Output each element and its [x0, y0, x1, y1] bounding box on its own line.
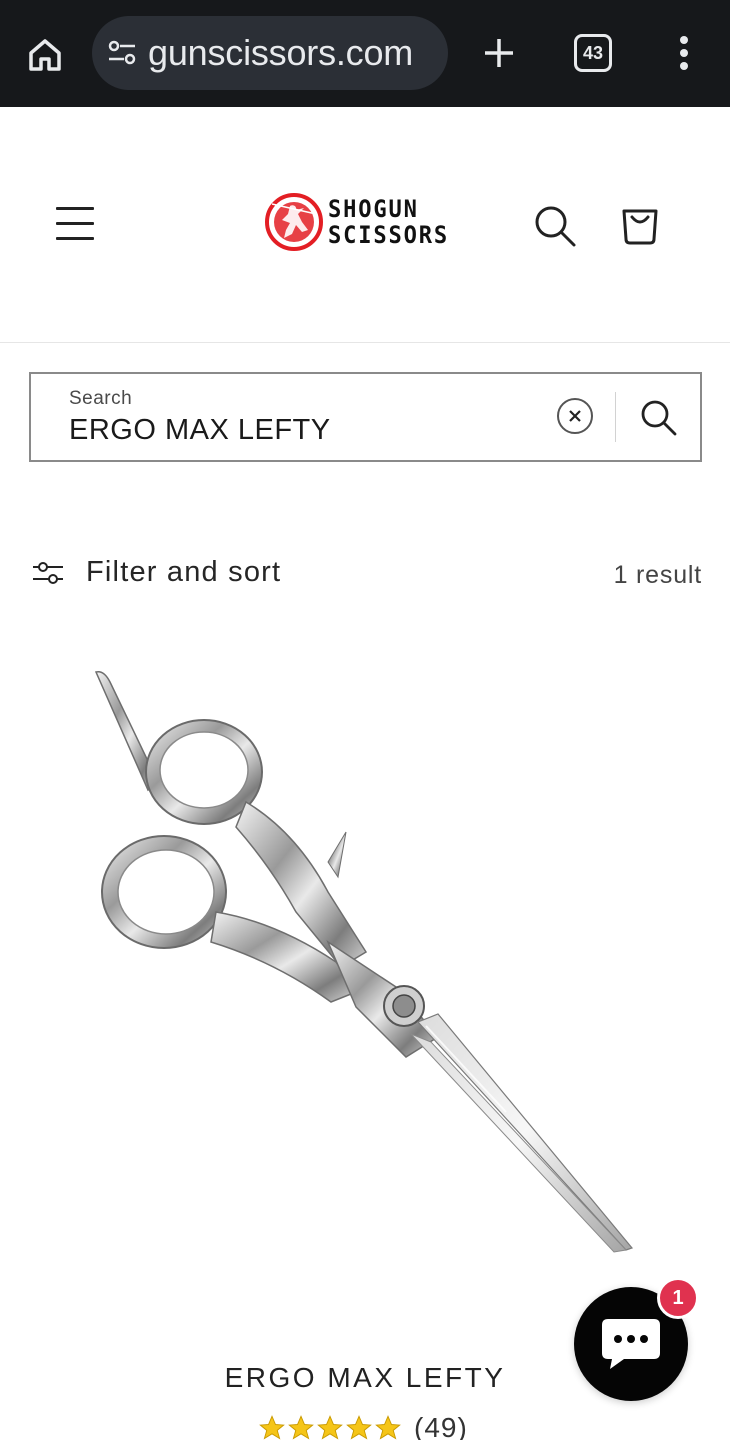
hamburger-icon-line — [56, 237, 94, 240]
chat-notification-badge: 1 — [657, 1277, 699, 1319]
home-icon — [29, 39, 61, 71]
filter-and-sort-label: Filter and sort — [86, 556, 282, 588]
url-text: gunscissors.com — [148, 32, 414, 73]
site-settings-button[interactable] — [92, 16, 152, 90]
product-image[interactable] — [66, 662, 686, 1272]
tab-switcher-button[interactable]: 43 — [574, 34, 612, 72]
cart-button[interactable] — [616, 201, 664, 249]
hamburger-icon — [56, 207, 94, 210]
ninja-logo-icon — [265, 193, 323, 251]
address-bar[interactable]: gunscissors.com — [92, 16, 448, 90]
logo-wordmark: SHOGUN SCISSORS — [328, 196, 449, 248]
logo[interactable]: SHOGUN SCISSORS — [264, 191, 460, 253]
logo-line-1: SHOGUN — [328, 195, 419, 223]
chat-bubble-icon — [602, 1319, 660, 1369]
filter-row: Filter and sort 1 result — [32, 556, 702, 596]
browser-menu-button[interactable] — [664, 28, 704, 78]
product-rating: (49) — [258, 1412, 468, 1440]
star-icon — [259, 1415, 285, 1440]
search-divider — [615, 392, 616, 442]
menu-button[interactable] — [56, 205, 96, 241]
clear-search-button[interactable] — [557, 398, 593, 434]
cart-icon — [622, 209, 658, 245]
tune-icon — [108, 40, 136, 65]
header-search-button[interactable] — [532, 203, 578, 249]
logo-line-2: SCISSORS — [328, 221, 450, 249]
search-field-label: Search — [69, 388, 133, 409]
search-input[interactable] — [69, 414, 539, 447]
close-icon — [569, 410, 581, 422]
plus-icon — [485, 39, 513, 67]
star-icon — [346, 1415, 372, 1440]
star-icon — [375, 1415, 401, 1440]
browser-toolbar: gunscissors.com 43 — [0, 0, 730, 107]
more-vertical-icon — [680, 36, 688, 70]
search-submit-button[interactable] — [637, 396, 681, 440]
filter-and-sort-button[interactable]: Filter and sort — [32, 556, 281, 589]
search-field: Search — [29, 372, 702, 462]
site-header: SHOGUN SCISSORS — [0, 107, 730, 343]
rating-stars — [258, 1414, 402, 1440]
new-tab-button[interactable] — [474, 28, 524, 78]
search-icon — [535, 206, 576, 247]
star-icon — [288, 1415, 314, 1440]
hamburger-icon-line — [56, 222, 94, 225]
sliders-icon — [33, 561, 63, 584]
star-icon — [317, 1415, 343, 1440]
search-icon — [641, 400, 677, 436]
home-button[interactable] — [20, 30, 70, 80]
result-count: 1 result — [613, 561, 702, 589]
rating-count: (49) — [414, 1412, 468, 1440]
